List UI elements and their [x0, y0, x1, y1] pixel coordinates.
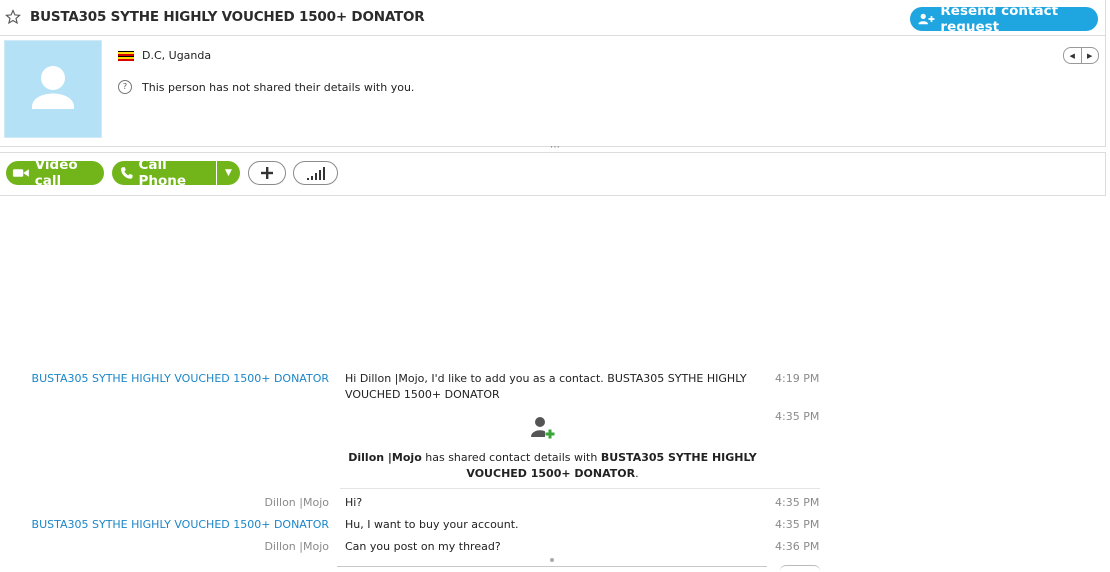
avatar[interactable]	[4, 40, 102, 138]
contact-name-title: BUSTA305 SYTHE HIGHLY VOUCHED 1500+ DONA…	[30, 9, 425, 25]
plus-icon	[261, 167, 273, 179]
message-sender[interactable]: Dillon |Mojo	[264, 496, 329, 509]
video-call-label: Video call	[34, 157, 78, 189]
message-text: Hi Dillon |Mojo, I'd like to add you as …	[345, 372, 747, 401]
location-row: D.C, Uganda	[118, 49, 211, 62]
chat-history: BUSTA305 SYTHE HIGHLY VOUCHED 1500+ DONA…	[0, 195, 1110, 569]
message-text: Hi?	[345, 496, 363, 509]
location-text: D.C, Uganda	[142, 49, 212, 62]
system-middle: has shared contact details with	[421, 451, 601, 464]
add-contact-icon	[918, 13, 935, 25]
help-icon: ?	[118, 80, 132, 94]
star-icon[interactable]	[5, 9, 21, 25]
message-sender[interactable]: Dillon |Mojo	[264, 540, 329, 553]
message-time: 4:35 PM	[775, 496, 820, 509]
arrow-left-icon[interactable]: ◀	[1064, 48, 1082, 63]
message-time: 4:35 PM	[775, 518, 820, 531]
conversation-header: BUSTA305 SYTHE HIGHLY VOUCHED 1500+ DONA…	[0, 0, 1106, 36]
video-icon	[12, 169, 29, 177]
uganda-flag-icon	[118, 50, 134, 61]
user-silhouette-icon	[32, 66, 74, 109]
system-end: .	[635, 467, 639, 480]
resend-contact-request-button[interactable]: Resend contact request	[910, 3, 1098, 35]
details-status-text: This person has not shared their details…	[142, 80, 415, 94]
call-phone-label: Call Phone	[138, 157, 187, 189]
signal-bars-icon	[306, 166, 325, 180]
call-phone-button[interactable]: Call Phone	[112, 157, 216, 189]
call-toolbar: Video call Call Phone ▼	[0, 152, 1106, 196]
splitter-grip-icon[interactable]	[550, 558, 554, 562]
resend-label: Resend contact request	[940, 3, 1059, 35]
divider	[340, 488, 820, 489]
arrow-right-icon[interactable]: ▶	[1082, 48, 1099, 63]
system-actor: Dillon |Mojo	[348, 451, 422, 464]
message-sender[interactable]: BUSTA305 SYTHE HIGHLY VOUCHED 1500+ DONA…	[32, 372, 329, 385]
call-quality-button[interactable]	[293, 161, 338, 185]
message-text: Can you post on my thread?	[345, 540, 501, 553]
chevron-down-icon: ▼	[225, 168, 232, 178]
system-message: Dillon |Mojo has shared contact details …	[340, 450, 765, 482]
message-text: Hu, I want to buy your account.	[345, 518, 519, 531]
phone-icon	[120, 167, 133, 179]
message-time: 4:35 PM	[775, 410, 820, 423]
message-input-edge[interactable]	[337, 566, 767, 567]
contact-shared-icon	[531, 417, 555, 439]
message-sender[interactable]: BUSTA305 SYTHE HIGHLY VOUCHED 1500+ DONA…	[32, 518, 329, 531]
details-status-row: ? This person has not shared their detai…	[118, 80, 414, 94]
message-time: 4:19 PM	[775, 372, 820, 385]
profile-nav-arrows[interactable]: ◀ ▶	[1063, 47, 1099, 64]
call-options-dropdown[interactable]: ▼	[217, 161, 240, 185]
profile-panel: D.C, Uganda ? This person has not shared…	[0, 36, 1106, 147]
video-call-button[interactable]: Video call	[6, 157, 104, 189]
add-button[interactable]	[248, 161, 286, 185]
message-time: 4:36 PM	[775, 540, 820, 553]
